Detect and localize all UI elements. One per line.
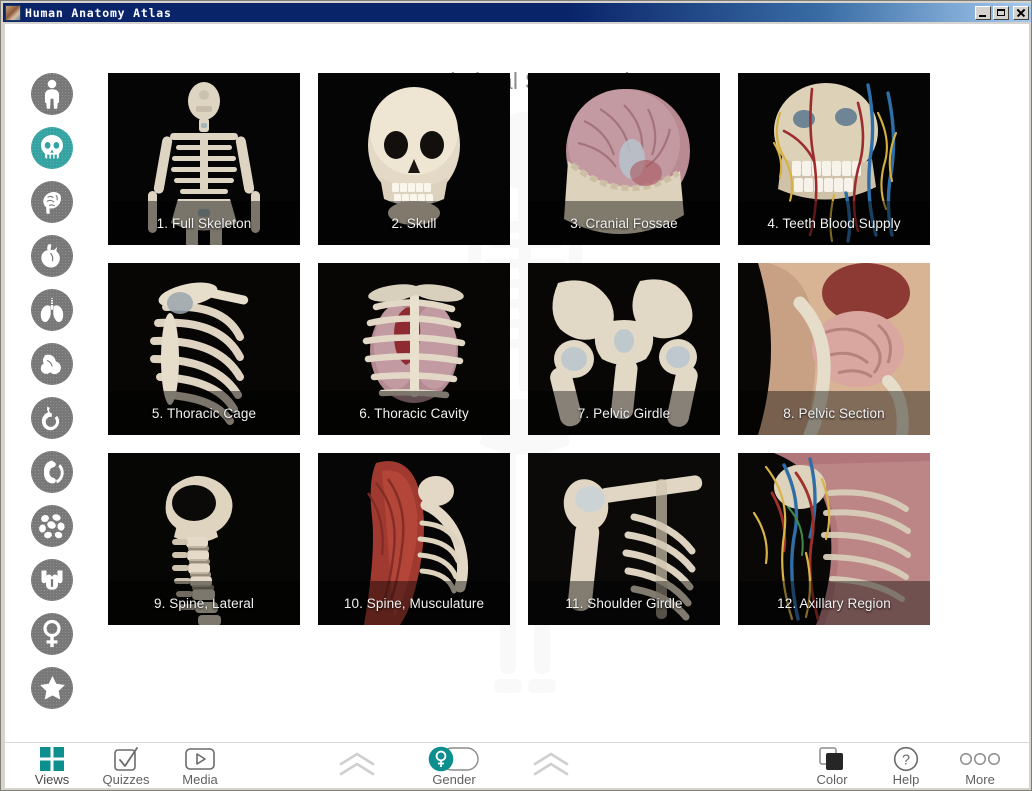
sidebar-item-body-systems[interactable]	[5, 67, 99, 121]
toolbar-button-help[interactable]: ? Help	[869, 743, 943, 788]
maximize-button[interactable]	[993, 6, 1009, 20]
view-thumbnail-8[interactable]: 8. Pelvic Section	[738, 263, 930, 435]
toolbar-button-gender[interactable]: Gender	[394, 743, 514, 788]
toolbar-label: Views	[35, 773, 69, 786]
sidebar-item-skeletal-system[interactable]	[5, 121, 99, 175]
chevron-up-double-icon	[337, 751, 377, 782]
view-thumbnail-7[interactable]: 7. Pelvic Girdle	[528, 263, 720, 435]
toolbar-button-more[interactable]: More	[943, 743, 1017, 788]
checkbox-icon	[113, 746, 139, 771]
thyroid-icon	[31, 559, 73, 601]
view-thumbnail-3[interactable]: 3. Cranial Fossae	[528, 73, 720, 245]
thumbnail-caption: 6. Thoracic Cavity	[318, 406, 510, 421]
brain-icon	[31, 181, 73, 223]
toolbar-label: More	[965, 773, 995, 786]
thumbnail-caption: 12. Axillary Region	[738, 596, 930, 611]
thumbnail-caption: 9. Spine, Lateral	[108, 596, 300, 611]
close-button[interactable]	[1013, 6, 1029, 20]
view-thumbnail-5[interactable]: 5. Thoracic Cage	[108, 263, 300, 435]
kidney-icon	[31, 451, 73, 493]
main-content: Skeletal System Views	[99, 24, 1029, 742]
toolbar-label: Quizzes	[103, 773, 150, 786]
body-icon	[31, 73, 73, 115]
view-thumbnail-11[interactable]: 11. Shoulder Girdle	[528, 453, 720, 625]
grid-icon	[39, 746, 65, 771]
sidebar-item-digestive-system[interactable]	[5, 391, 99, 445]
view-thumbnail-6[interactable]: 6. Thoracic Cavity	[318, 263, 510, 435]
thumbnail-caption: 7. Pelvic Girdle	[528, 406, 720, 421]
window-title: Human Anatomy Atlas	[25, 6, 172, 20]
application-window: Human Anatomy Atlas	[0, 0, 1032, 791]
thumbnail-caption: 2. Skull	[318, 216, 510, 231]
toolbar-label: Media	[182, 773, 217, 786]
thumbnail-caption: 5. Thoracic Cage	[108, 406, 300, 421]
sidebar-item-muscular-system[interactable]	[5, 337, 99, 391]
sidebar-item-cardiovascular-system[interactable]	[5, 229, 99, 283]
view-thumbnail-1[interactable]: 1. Full Skeleton	[108, 73, 300, 245]
toolbar-button-color[interactable]: Color	[795, 743, 869, 788]
view-thumbnail-4[interactable]: 4. Teeth Blood Supply	[738, 73, 930, 245]
svg-text:?: ?	[902, 752, 910, 768]
scroll-up-left-button[interactable]	[320, 743, 394, 788]
toolbar-center-group: Gender	[320, 743, 588, 788]
view-thumbnail-12[interactable]: 12. Axillary Region	[738, 453, 930, 625]
sidebar-item-urinary-system[interactable]	[5, 445, 99, 499]
gender-toggle[interactable]	[428, 746, 480, 771]
play-icon	[185, 746, 215, 771]
minimize-button[interactable]	[975, 6, 991, 20]
client-area: Skeletal System Views	[5, 24, 1029, 788]
scroll-up-right-button[interactable]	[514, 743, 588, 788]
title-bar[interactable]: Human Anatomy Atlas	[3, 3, 1031, 22]
muscle-icon	[31, 343, 73, 385]
toolbar-button-quizzes[interactable]: Quizzes	[89, 743, 163, 788]
color-swatch-icon	[818, 746, 846, 771]
chevron-up-double-icon	[531, 751, 571, 782]
sidebar-item-favorites[interactable]	[5, 661, 99, 715]
heart-icon	[31, 235, 73, 277]
toolbar-button-views[interactable]: Views	[15, 743, 89, 788]
sidebar-item-respiratory-system[interactable]	[5, 283, 99, 337]
system-sidebar	[5, 24, 99, 742]
sidebar-item-endocrine-system[interactable]	[5, 553, 99, 607]
app-icon	[5, 5, 21, 21]
thumbnail-caption: 10. Spine, Musculature	[318, 596, 510, 611]
view-thumbnail-10[interactable]: 10. Spine, Musculature	[318, 453, 510, 625]
ellipsis-icon	[959, 746, 1001, 771]
star-icon	[31, 667, 73, 709]
thumbnail-caption: 11. Shoulder Girdle	[528, 596, 720, 611]
thumbnail-caption: 1. Full Skeleton	[108, 216, 300, 231]
lungs-icon	[31, 289, 73, 331]
female-symbol-icon	[31, 613, 73, 655]
thumbnail-caption: 3. Cranial Fossae	[528, 216, 720, 231]
toolbar-left-group: Views Quizzes	[15, 743, 237, 788]
skull-icon	[31, 127, 73, 169]
view-thumbnail-2[interactable]: 2. Skull	[318, 73, 510, 245]
thumbnail-caption: 4. Teeth Blood Supply	[738, 216, 930, 231]
toolbar-right-group: Color ? Help	[795, 743, 1017, 788]
thumbnail-caption: 8. Pelvic Section	[738, 406, 930, 421]
toolbar-label: Gender	[432, 773, 475, 786]
stomach-icon	[31, 397, 73, 439]
cells-icon	[31, 505, 73, 547]
sidebar-item-nervous-system[interactable]	[5, 175, 99, 229]
toolbar-label: Help	[893, 773, 920, 786]
question-circle-icon: ?	[893, 746, 919, 771]
sidebar-item-lymphatic-system[interactable]	[5, 499, 99, 553]
views-grid: 1. Full Skeleton	[108, 73, 946, 625]
toolbar-button-media[interactable]: Media	[163, 743, 237, 788]
sidebar-item-reproductive-system[interactable]	[5, 607, 99, 661]
toolbar-label: Color	[816, 773, 847, 786]
bottom-toolbar: Views Quizzes	[5, 742, 1029, 788]
view-thumbnail-9[interactable]: 9. Spine, Lateral	[108, 453, 300, 625]
